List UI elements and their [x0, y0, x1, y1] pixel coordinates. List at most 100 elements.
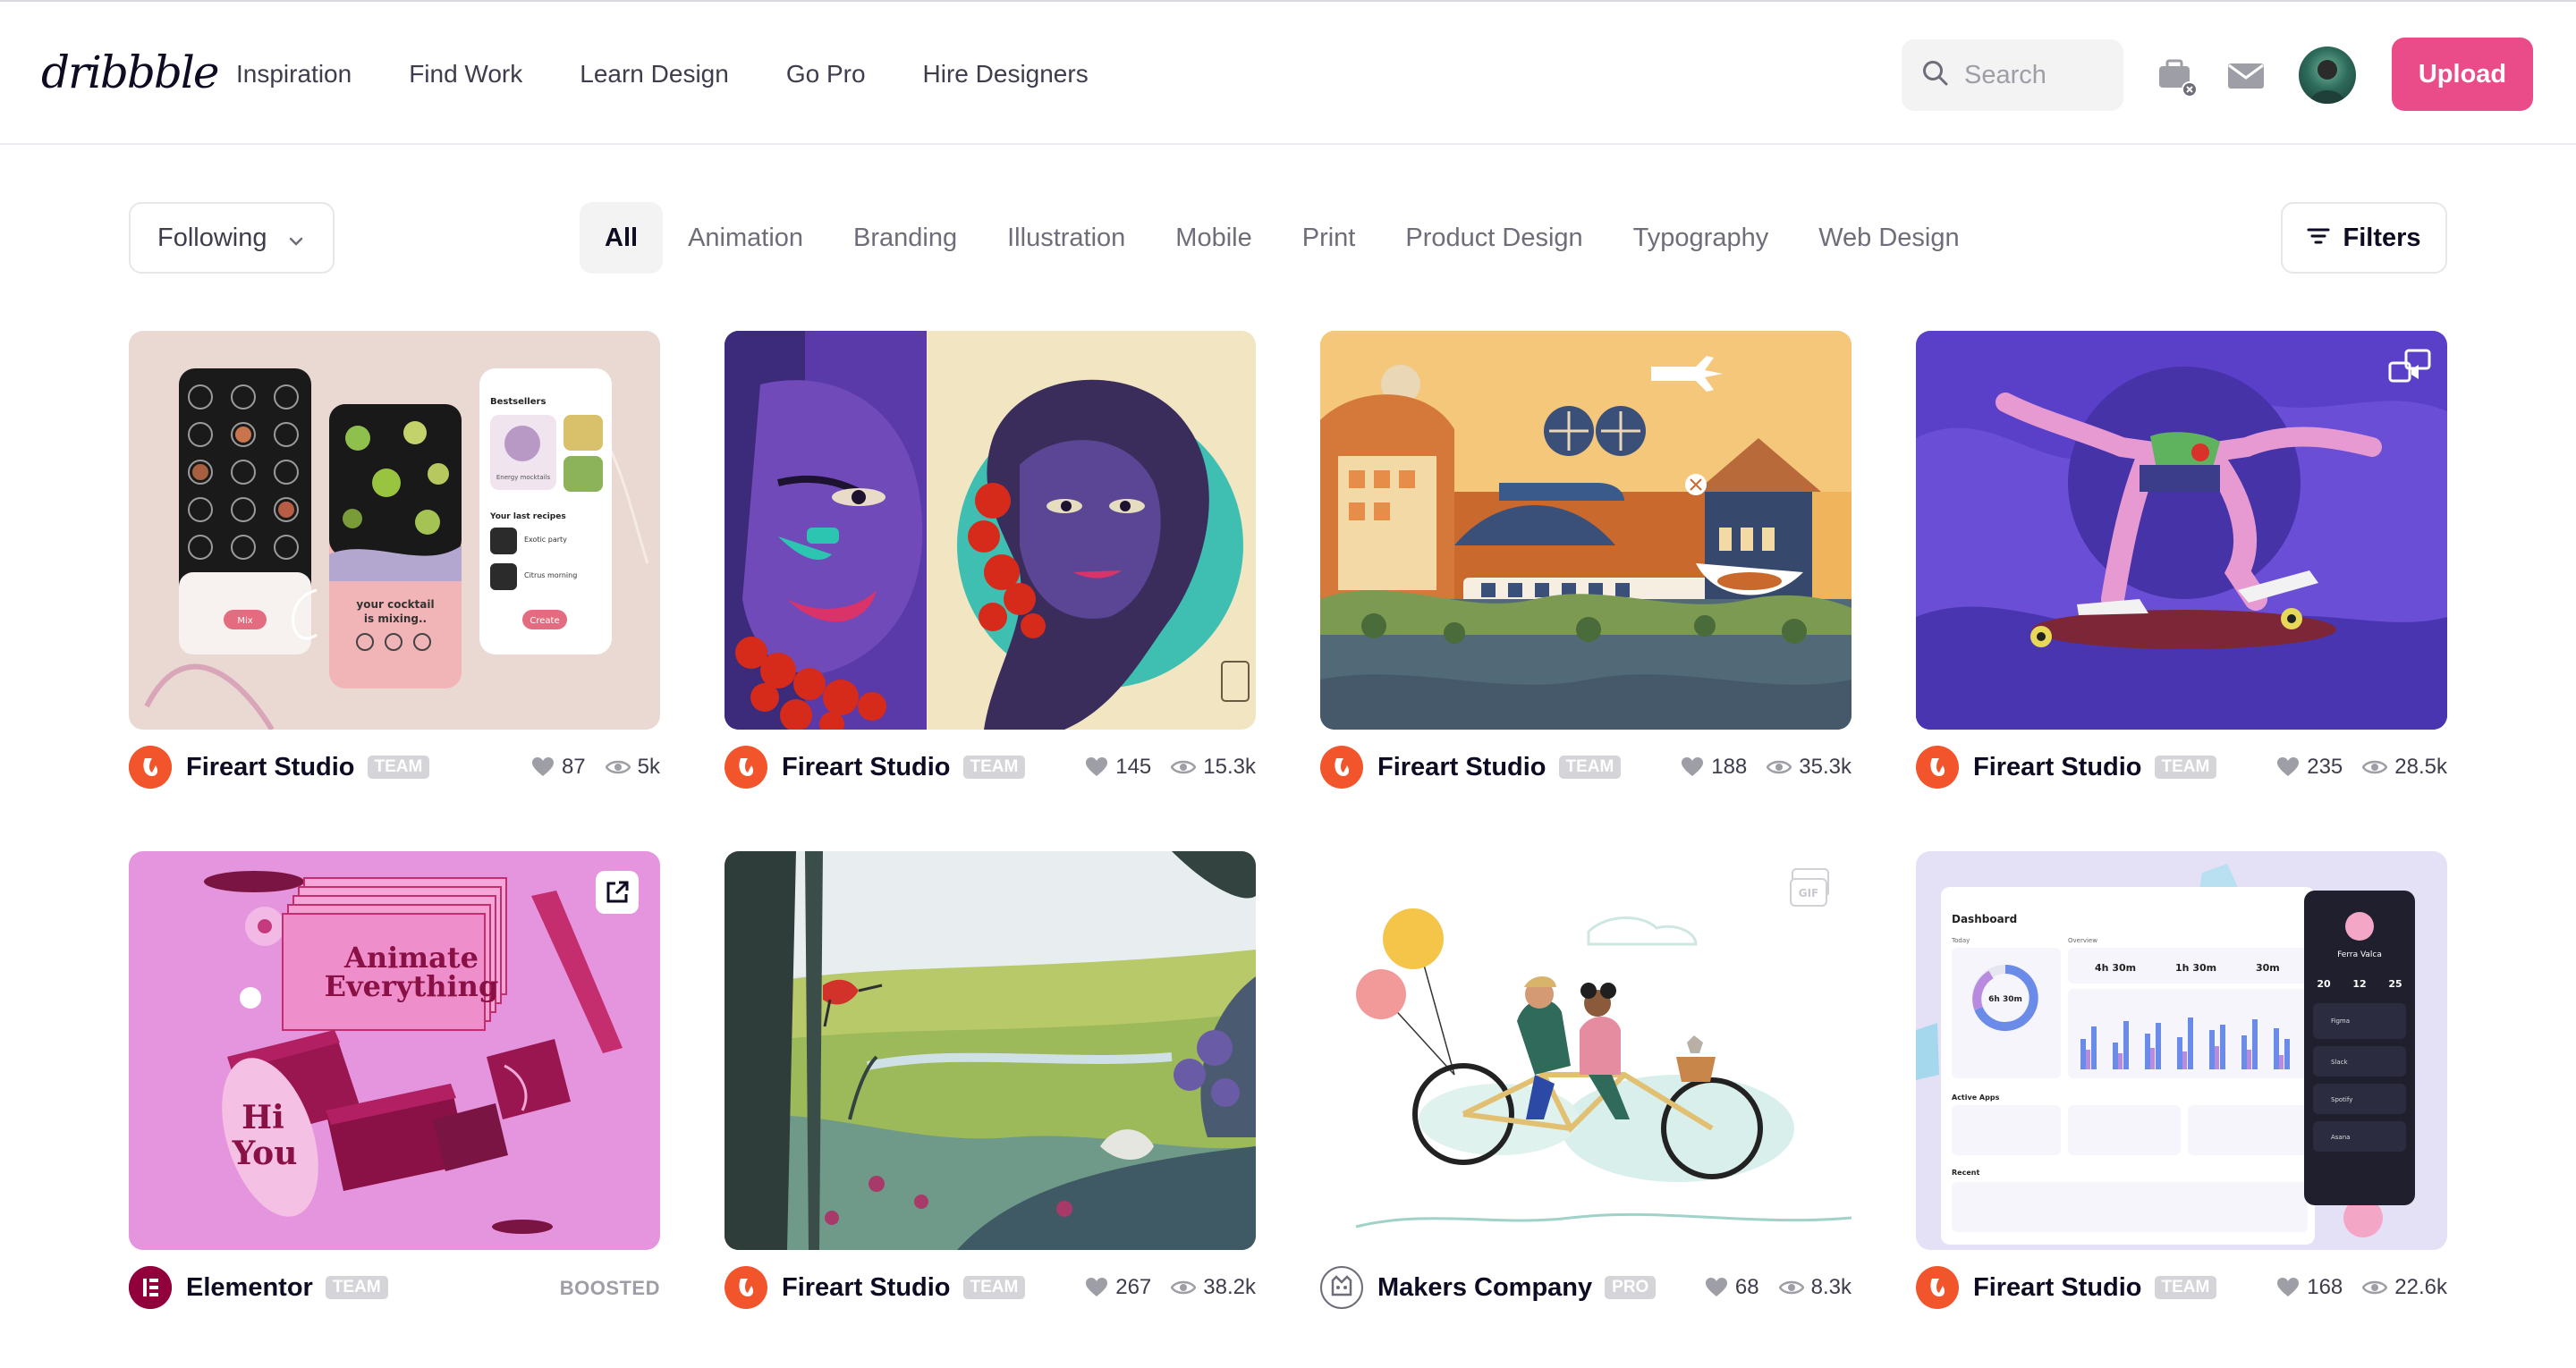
fireart-logo-icon[interactable] — [129, 746, 172, 789]
tab-animation[interactable]: Animation — [663, 202, 828, 274]
author-name[interactable]: Makers Company PRO — [1377, 1272, 1657, 1303]
shot-card[interactable]: Dashboard Today Overview 6h 30m 4h 30m 1… — [1916, 851, 2447, 1309]
search-input[interactable] — [1964, 60, 2116, 90]
shot-thumbnail[interactable]: GIF — [1320, 851, 1852, 1250]
author-name[interactable]: Fireart Studio TEAM — [186, 752, 430, 782]
tab-typography[interactable]: Typography — [1608, 202, 1794, 274]
eye-icon — [2362, 760, 2388, 774]
tab-product-design[interactable]: Product Design — [1380, 202, 1607, 274]
shot-card[interactable]: Fireart Studio TEAM 145 15.3k — [724, 331, 1256, 789]
filters-button[interactable]: Filters — [2281, 202, 2447, 274]
team-badge: TEAM — [367, 756, 430, 779]
shot-stats: 235 28.5k — [2257, 755, 2447, 780]
likes-stat[interactable]: 68 — [1705, 1275, 1759, 1300]
svg-text:Mix: Mix — [237, 616, 252, 626]
shot-thumbnail[interactable] — [1916, 331, 2447, 730]
svg-text:Active Apps: Active Apps — [1952, 1094, 2000, 1102]
svg-text:Figma: Figma — [2331, 1018, 2350, 1025]
likes-stat[interactable]: 267 — [1085, 1275, 1151, 1300]
fireart-logo-icon[interactable] — [1916, 1266, 1959, 1309]
briefcase-icon[interactable] — [2154, 54, 2199, 98]
heart-icon — [1705, 1278, 1727, 1296]
author-name[interactable]: Fireart Studio TEAM — [1973, 1272, 2217, 1303]
svg-text:Hi: Hi — [242, 1099, 284, 1136]
likes-stat[interactable]: 168 — [2276, 1275, 2343, 1300]
likes-stat[interactable]: 188 — [1681, 755, 1747, 780]
top-navigation-bar: dribbble Inspiration Find Work Learn Des… — [0, 0, 2576, 145]
views-stat: 5k — [605, 755, 660, 780]
shot-card[interactable]: Fireart Studio TEAM 188 35.3k — [1320, 331, 1852, 789]
fireart-logo-icon[interactable] — [1916, 746, 1959, 789]
tab-mobile[interactable]: Mobile — [1150, 202, 1276, 274]
svg-text:You: You — [232, 1135, 298, 1172]
svg-text:Spotify: Spotify — [2331, 1096, 2352, 1103]
eye-icon — [1171, 760, 1197, 774]
author-name[interactable]: Elementor TEAM — [186, 1272, 388, 1303]
user-avatar[interactable] — [2299, 46, 2356, 104]
shot-thumbnail[interactable] — [724, 851, 1256, 1250]
tab-print[interactable]: Print — [1277, 202, 1381, 274]
upload-button[interactable]: Upload — [2392, 38, 2533, 111]
shot-thumbnail[interactable]: Dashboard Today Overview 6h 30m 4h 30m 1… — [1916, 851, 2447, 1250]
eye-icon — [1171, 1280, 1197, 1295]
shot-card[interactable]: Mix your cocktail is mixing.. Bestseller… — [129, 331, 660, 789]
shot-meta: Fireart Studio TEAM 188 35.3k — [1320, 746, 1852, 789]
team-badge: TEAM — [962, 756, 1026, 779]
tab-illustration[interactable]: Illustration — [982, 202, 1150, 274]
svg-text:12: 12 — [2352, 978, 2366, 990]
following-dropdown[interactable]: Following — [129, 202, 335, 274]
svg-text:6h 30m: 6h 30m — [1988, 995, 2022, 1004]
tab-web-design[interactable]: Web Design — [1793, 202, 1984, 274]
nav-go-pro[interactable]: Go Pro — [786, 55, 866, 93]
likes-stat[interactable]: 235 — [2276, 755, 2343, 780]
shot-card[interactable]: GIF Makers Company PRO 68 8.3k — [1320, 851, 1852, 1309]
search-box[interactable] — [1902, 39, 2123, 111]
tab-branding[interactable]: Branding — [828, 202, 982, 274]
nav-learn-design[interactable]: Learn Design — [580, 55, 729, 93]
shot-card[interactable]: Fireart Studio TEAM 267 38.2k — [724, 851, 1256, 1309]
nav-hire-designers[interactable]: Hire Designers — [923, 55, 1089, 93]
fireart-logo-icon[interactable] — [1320, 746, 1363, 789]
mail-icon[interactable] — [2224, 54, 2268, 98]
external-link-icon[interactable] — [596, 871, 639, 914]
nav-find-work[interactable]: Find Work — [409, 55, 522, 93]
svg-text:Exotic party: Exotic party — [524, 536, 567, 544]
svg-text:Energy mocktails: Energy mocktails — [496, 474, 551, 481]
author-name[interactable]: Fireart Studio TEAM — [782, 752, 1026, 782]
fireart-logo-icon[interactable] — [724, 746, 767, 789]
svg-text:4h 30m: 4h 30m — [2095, 962, 2136, 974]
heart-icon — [1682, 757, 1704, 776]
heart-icon — [1086, 1278, 1108, 1296]
views-stat: 38.2k — [1171, 1275, 1256, 1300]
tab-all[interactable]: All — [580, 202, 664, 274]
likes-stat[interactable]: 145 — [1085, 755, 1151, 780]
author-name[interactable]: Fireart Studio TEAM — [1973, 752, 2217, 782]
shot-thumbnail[interactable]: Animate Everything Hi You — [129, 851, 660, 1250]
svg-text:Ferra Valca: Ferra Valca — [2337, 950, 2382, 959]
nav-inspiration[interactable]: Inspiration — [236, 55, 352, 93]
svg-text:your cocktail: your cocktail — [356, 598, 434, 611]
views-stat: 28.5k — [2362, 755, 2447, 780]
eye-icon — [2362, 1280, 2388, 1295]
elementor-logo-icon[interactable] — [129, 1266, 172, 1309]
author-name[interactable]: Fireart Studio TEAM — [782, 1272, 1026, 1303]
shot-meta: Makers Company PRO 68 8.3k — [1320, 1266, 1852, 1309]
team-badge: TEAM — [2154, 1276, 2217, 1299]
heart-icon — [2277, 757, 2300, 776]
svg-text:is mixing..: is mixing.. — [364, 612, 427, 625]
fireart-logo-icon[interactable] — [724, 1266, 767, 1309]
shot-card[interactable]: Fireart Studio TEAM 235 28.5k — [1916, 331, 2447, 789]
author-name[interactable]: Fireart Studio TEAM — [1377, 752, 1622, 782]
dribbble-logo[interactable]: dribbble — [41, 45, 220, 100]
team-badge: TEAM — [962, 1276, 1026, 1299]
svg-text:GIF: GIF — [1799, 887, 1819, 899]
shot-thumbnail[interactable] — [1320, 331, 1852, 730]
shot-thumbnail[interactable] — [724, 331, 1256, 730]
likes-stat[interactable]: 87 — [531, 755, 586, 780]
views-stat: 35.3k — [1767, 755, 1852, 780]
shot-card[interactable]: Animate Everything Hi You Elementor TEAM … — [129, 851, 660, 1309]
svg-text:Citrus morning: Citrus morning — [524, 571, 577, 579]
svg-text:Everything: Everything — [325, 969, 499, 1003]
makers-company-logo-icon[interactable] — [1320, 1266, 1363, 1309]
shot-thumbnail[interactable]: Mix your cocktail is mixing.. Bestseller… — [129, 331, 660, 730]
